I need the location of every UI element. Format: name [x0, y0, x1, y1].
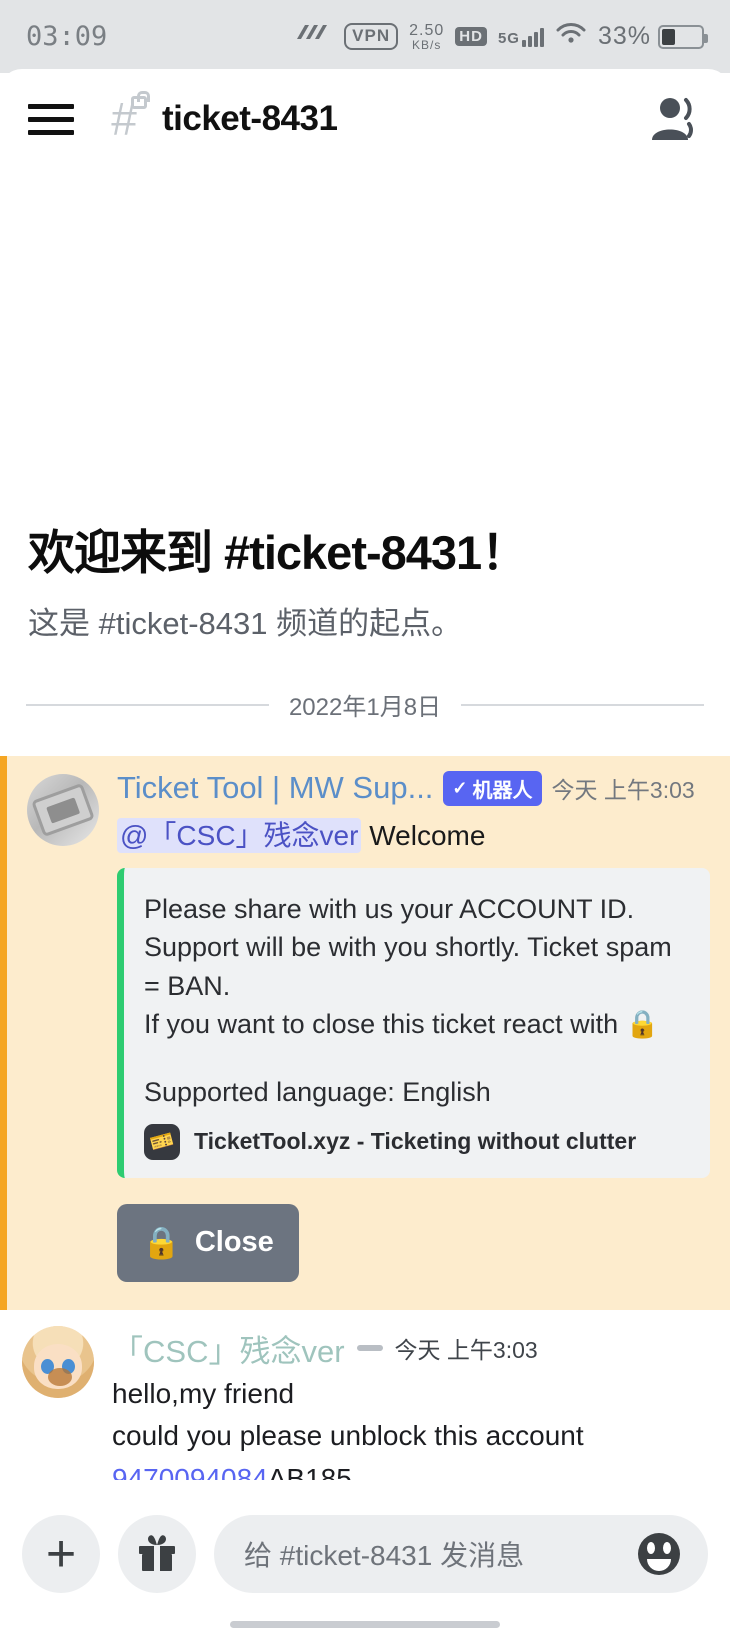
message-input[interactable]: 给 #ticket-8431 发消息	[214, 1515, 708, 1593]
battery-indicator: 33%	[597, 22, 708, 51]
battery-percent: 33%	[597, 22, 651, 50]
emoji-icon[interactable]	[634, 1529, 684, 1579]
bot-author-name[interactable]: Ticket Tool | MW Sup...	[117, 770, 433, 806]
bot-message-header: Ticket Tool | MW Sup... ✓ 机器人 今天 上午3:03	[117, 770, 710, 806]
bot-message-body: Ticket Tool | MW Sup... ✓ 机器人 今天 上午3:03 …	[117, 770, 710, 1282]
nav-gesture-bar	[230, 1621, 500, 1628]
hash-lock-icon: #	[102, 91, 150, 143]
embed-gap	[144, 1043, 686, 1073]
divider-line-right	[461, 703, 704, 706]
user-message-header: 「CSC」残念ver 今天 上午3:03	[112, 1326, 708, 1371]
embed-line-4: Supported language: English	[144, 1077, 491, 1108]
close-ticket-button[interactable]: 🔒 Close	[117, 1203, 299, 1282]
embed-footer: 🎫 TicketTool.xyz - Ticketing without clu…	[144, 1123, 686, 1160]
net-speed-unit: KB/s	[412, 37, 442, 52]
channel-welcome: 欢迎来到 #ticket-8431！ 这是 #ticket-8431 频道的起点…	[0, 526, 730, 643]
mention-suffix-text: Welcome	[361, 820, 486, 852]
embed-line-1: Please share with us your ACCOUNT ID.	[144, 894, 635, 925]
verified-check-icon: ✓	[452, 777, 468, 798]
ticket-avatar-icon[interactable]	[27, 774, 99, 847]
divider-line-left	[26, 703, 269, 706]
hd-icon: HD	[455, 27, 487, 46]
wifi-icon	[555, 21, 587, 52]
signal-strength-icon	[295, 21, 333, 52]
date-divider-label: 2022年1月8日	[288, 694, 442, 722]
welcome-subtitle: 这是 #ticket-8431 频道的起点。	[28, 606, 463, 642]
5g-icon: 5G	[498, 27, 544, 47]
bot-badge: ✓ 机器人	[443, 770, 542, 806]
network-label: 5G	[497, 29, 520, 47]
user-mention[interactable]: @「CSC」残念ver	[117, 818, 362, 854]
bot-badge-label: 机器人	[472, 779, 533, 802]
vpn-icon: VPN	[344, 23, 399, 50]
account-id-link[interactable]: 9470094084	[112, 1463, 268, 1480]
account-id-suffix: AB185	[267, 1462, 352, 1480]
gift-icon	[135, 1530, 179, 1579]
user-message-line-3: 9470094084AB185	[112, 1460, 708, 1480]
tickettool-icon: 🎫	[144, 1123, 180, 1160]
user-message-line-2: could you please unblock this account	[112, 1420, 584, 1452]
gift-button[interactable]	[118, 1515, 196, 1593]
members-icon[interactable]	[646, 94, 702, 144]
status-bar: 03:09 VPN 2.50 KB/s HD 5G 33%	[0, 0, 730, 73]
user-author-name[interactable]: 「CSC」残念ver	[112, 1326, 345, 1371]
bot-timestamp: 今天 上午3:03	[551, 777, 695, 804]
page-title: ticket-8431	[162, 99, 338, 138]
close-button-label: Close	[194, 1226, 274, 1259]
embed-line-3: If you want to close this ticket react w…	[144, 1009, 660, 1040]
status-bar-icons: VPN 2.50 KB/s HD 5G 33%	[295, 21, 708, 52]
user-message-line-1: hello,my friend	[112, 1377, 295, 1409]
lock-emoji-icon: 🔒	[142, 1225, 181, 1261]
user-message-body: 「CSC」残念ver 今天 上午3:03 hello,my friend cou…	[112, 1326, 708, 1480]
bot-mention-line: @「CSC」残念ver Welcome	[117, 814, 710, 854]
embed-line-2: Support will be with you shortly. Ticket…	[144, 932, 672, 1001]
battery-icon	[658, 24, 708, 49]
add-attachment-button[interactable]: +	[22, 1515, 100, 1593]
plus-icon: +	[45, 1524, 77, 1583]
user-message[interactable]: 「CSC」残念ver 今天 上午3:03 hello,my friend cou…	[0, 1309, 730, 1480]
message-input-placeholder: 给 #ticket-8431 发消息	[244, 1540, 525, 1571]
net-speed-value: 2.50	[409, 21, 445, 39]
welcome-title: 欢迎来到 #ticket-8431！	[28, 526, 528, 579]
net-speed-indicator: 2.50 KB/s	[409, 21, 445, 52]
embed-footer-text: TicketTool.xyz - Ticketing without clutt…	[194, 1128, 637, 1155]
top-spacer	[0, 173, 730, 526]
signal-bars-icon	[521, 27, 544, 47]
embed-card: Please share with us your ACCOUNT ID. Su…	[117, 868, 710, 1178]
message-list[interactable]: 欢迎来到 #ticket-8431！ 这是 #ticket-8431 频道的起点…	[0, 173, 730, 1480]
user-timestamp: 今天 上午3:03	[394, 1337, 538, 1364]
hamburger-menu-icon[interactable]	[28, 103, 74, 135]
status-bar-clock: 03:09	[26, 21, 108, 52]
separator-dash-icon	[356, 1345, 383, 1352]
date-divider: 2022年1月8日	[26, 687, 704, 722]
app-header: # ticket-8431	[0, 69, 730, 169]
message-composer: + 给 #ticket-8431 发消息	[0, 1480, 730, 1628]
bot-message[interactable]: Ticket Tool | MW Sup... ✓ 机器人 今天 上午3:03 …	[0, 756, 730, 1310]
avatar[interactable]	[22, 1325, 94, 1398]
